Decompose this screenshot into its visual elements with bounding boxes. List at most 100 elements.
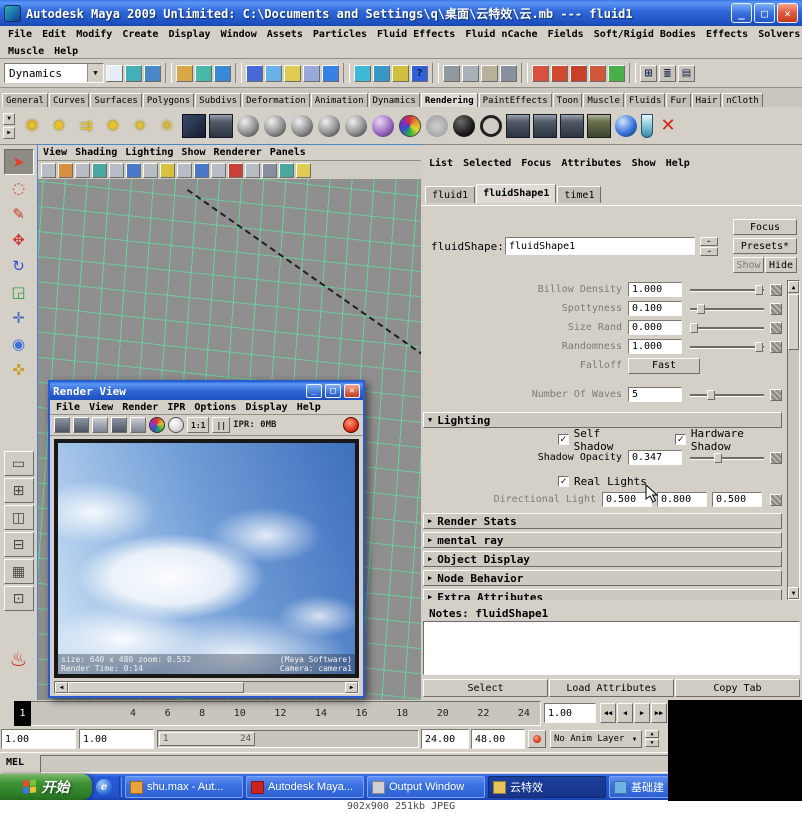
- directional-light-field[interactable]: 0.500: [712, 492, 762, 507]
- attribute-slider[interactable]: [690, 341, 764, 353]
- shelf-area-light-icon[interactable]: ✹: [101, 114, 125, 138]
- layout-persp-graph-icon[interactable]: ⊟: [3, 532, 34, 557]
- notes-textarea[interactable]: [423, 621, 800, 675]
- spin-down-icon[interactable]: ▼: [645, 739, 659, 747]
- shadow-opacity-field[interactable]: 0.347: [628, 450, 682, 465]
- layout-four-view-icon[interactable]: ⊞: [3, 478, 34, 503]
- panel-menu-item[interactable]: Shading: [75, 147, 117, 158]
- refresh-ipr-region-icon[interactable]: [130, 417, 146, 433]
- snapshot-icon[interactable]: [92, 417, 108, 433]
- collapse-arrow-icon[interactable]: ▼: [428, 416, 432, 424]
- ae-menu-item[interactable]: Help: [666, 158, 690, 169]
- input-connections-icon[interactable]: [354, 64, 371, 82]
- animation-start-field[interactable]: 1.00: [1, 729, 76, 749]
- open-scene-icon[interactable]: [125, 64, 142, 82]
- render-view-menu-item[interactable]: Display: [246, 402, 288, 413]
- attribute-slider[interactable]: [690, 303, 764, 315]
- field-chart-icon[interactable]: [194, 162, 209, 178]
- slider-handle[interactable]: [707, 389, 716, 400]
- slider-handle[interactable]: [690, 322, 698, 333]
- shelf-tab[interactable]: General: [2, 93, 48, 107]
- scrollbar-thumb[interactable]: [788, 294, 799, 350]
- node-name-field[interactable]: fluidShape1: [505, 237, 695, 255]
- lock-camera-icon[interactable]: [58, 162, 73, 178]
- maximize-button[interactable]: □: [325, 384, 341, 398]
- shelf-volume-light-icon[interactable]: ✷: [128, 114, 152, 138]
- anim-layer-dropdown[interactable]: No Anim Layer ▼: [550, 730, 642, 748]
- range-track[interactable]: 1 24: [157, 730, 419, 748]
- scale-tool-icon[interactable]: ◲: [4, 279, 34, 305]
- self-shadow-checkbox[interactable]: ✓ Self Shadow: [558, 427, 643, 453]
- grid-toggle-icon[interactable]: [126, 162, 141, 178]
- rgb-channels-icon[interactable]: [149, 417, 165, 433]
- select-by-hierarchy-icon[interactable]: [176, 64, 193, 82]
- render-view-titlebar[interactable]: Render View _ □ ✕: [50, 382, 363, 400]
- lasso-tool-icon[interactable]: ◌: [4, 175, 34, 201]
- resolution-gate-icon[interactable]: [160, 162, 175, 178]
- alpha-channel-icon[interactable]: [168, 417, 184, 433]
- expand-arrow-icon[interactable]: ▶: [428, 536, 432, 544]
- shelf-tab[interactable]: Surfaces: [90, 93, 142, 107]
- gate-mask-icon[interactable]: [177, 162, 192, 178]
- map-button[interactable]: [770, 283, 782, 296]
- minimize-button[interactable]: _: [306, 384, 322, 398]
- expand-arrow-icon[interactable]: ▶: [428, 593, 432, 600]
- help-icon[interactable]: ?: [411, 64, 428, 82]
- focus-next-icon[interactable]: →: [700, 247, 718, 256]
- textured-mode-icon[interactable]: [279, 162, 294, 178]
- last-tool-icon[interactable]: [4, 383, 34, 409]
- render-view-menu-item[interactable]: File: [56, 402, 80, 413]
- shelf-tab[interactable]: nCloth: [722, 93, 763, 107]
- collapsed-section-header[interactable]: ▶ Object Display: [423, 551, 782, 567]
- map-button[interactable]: [770, 388, 782, 401]
- shelf-tab[interactable]: Animation: [310, 93, 368, 107]
- presets-button[interactable]: Presets*: [733, 238, 797, 254]
- ae-menu-item[interactable]: Show: [632, 158, 656, 169]
- shelf-paintfx-icon[interactable]: [209, 113, 233, 138]
- move-tool-icon[interactable]: ✥: [4, 227, 34, 253]
- shelf-anisotropic-icon[interactable]: [345, 114, 367, 137]
- hypergraph-icon[interactable]: [589, 64, 606, 82]
- attribute-slider[interactable]: [690, 322, 764, 334]
- shelf-use-background-icon[interactable]: [453, 114, 475, 137]
- vertical-scrollbar[interactable]: ▲ ▼: [787, 280, 800, 600]
- hardware-shadow-checkbox[interactable]: ✓ Hardware Shadow: [675, 427, 786, 453]
- safe-title-icon[interactable]: [228, 162, 243, 178]
- snap-to-planes-icon[interactable]: [303, 64, 320, 82]
- camera-attributes-icon[interactable]: [75, 162, 90, 178]
- separator[interactable]: [235, 63, 242, 83]
- menu-item[interactable]: Soft/Rigid Bodies: [590, 28, 700, 41]
- close-button[interactable]: ✕: [777, 3, 798, 23]
- panel-menu-item[interactable]: Show: [181, 147, 205, 158]
- node-tab[interactable]: fluidShape1: [476, 184, 557, 203]
- paint-effects-panel-icon[interactable]: [532, 64, 549, 82]
- playback-button[interactable]: ▶: [634, 703, 650, 723]
- paint-select-tool-icon[interactable]: ✎: [4, 201, 34, 227]
- select-by-component-icon[interactable]: [214, 64, 231, 82]
- wireframe-mode-icon[interactable]: [245, 162, 260, 178]
- chevron-down-icon[interactable]: ▼: [87, 64, 103, 82]
- rotate-tool-icon[interactable]: ↻: [4, 253, 34, 279]
- shelf-ramp-shader-icon[interactable]: [372, 114, 394, 137]
- checkbox-icon[interactable]: ✓: [675, 434, 686, 445]
- shelf-tab[interactable]: Deformation: [242, 93, 310, 107]
- shelf-tab[interactable]: Fluids: [624, 93, 666, 107]
- waves-slider[interactable]: [690, 389, 764, 401]
- directional-light-field[interactable]: 0.800: [657, 492, 707, 507]
- map-button[interactable]: [770, 493, 782, 506]
- toggle-panel-layout-icon[interactable]: ⊞: [640, 64, 657, 82]
- ipr-memory-label[interactable]: IPR: 0MB: [233, 417, 276, 433]
- shaded-mode-icon[interactable]: [262, 162, 277, 178]
- shelf-tab[interactable]: Curves: [48, 93, 90, 107]
- universal-manipulator-icon[interactable]: ✛: [4, 305, 34, 331]
- auto-keyframe-icon[interactable]: [528, 730, 546, 748]
- bookmarks-icon[interactable]: [92, 162, 107, 178]
- separator[interactable]: [343, 63, 350, 83]
- node-tab[interactable]: time1: [557, 186, 602, 203]
- flame-icon[interactable]: ♨: [10, 647, 28, 671]
- redo-previous-render-icon[interactable]: [73, 417, 89, 433]
- start-button[interactable]: 开始: [0, 774, 92, 800]
- separator[interactable]: [521, 63, 528, 83]
- menu-item[interactable]: Effects: [702, 28, 752, 41]
- spin-up-icon[interactable]: ▲: [645, 730, 659, 738]
